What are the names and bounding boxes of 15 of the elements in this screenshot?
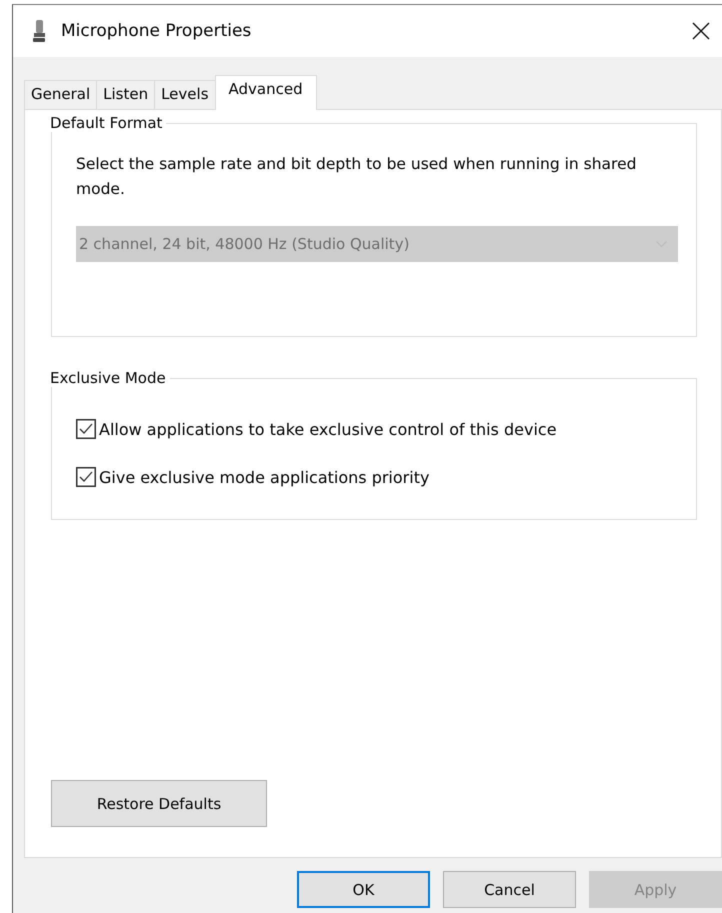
close-icon[interactable] bbox=[692, 22, 710, 40]
tab[interactable]: General bbox=[24, 80, 98, 109]
dialog-button[interactable]: Cancel bbox=[443, 871, 576, 908]
checkbox[interactable] bbox=[76, 467, 96, 487]
checkbox-label[interactable]: Allow applications to take exclusive control of this device bbox=[99, 420, 557, 438]
window-title: Microphone Properties bbox=[61, 21, 252, 41]
description-text: Select the sample rate and bit depth to be used when running in shared mode. bbox=[76, 154, 638, 200]
group-title: Default Format bbox=[50, 114, 166, 132]
tab[interactable]: Advanced bbox=[214, 75, 317, 110]
restore-defaults-button[interactable]: Restore Defaults bbox=[51, 780, 267, 827]
group-title: Exclusive Mode bbox=[50, 369, 170, 387]
dialog-button[interactable]: OK bbox=[297, 871, 430, 908]
checkbox-label[interactable]: Give exclusive mode applications priority bbox=[99, 468, 430, 486]
microphone-icon bbox=[33, 20, 47, 42]
checkbox[interactable] bbox=[76, 419, 96, 439]
